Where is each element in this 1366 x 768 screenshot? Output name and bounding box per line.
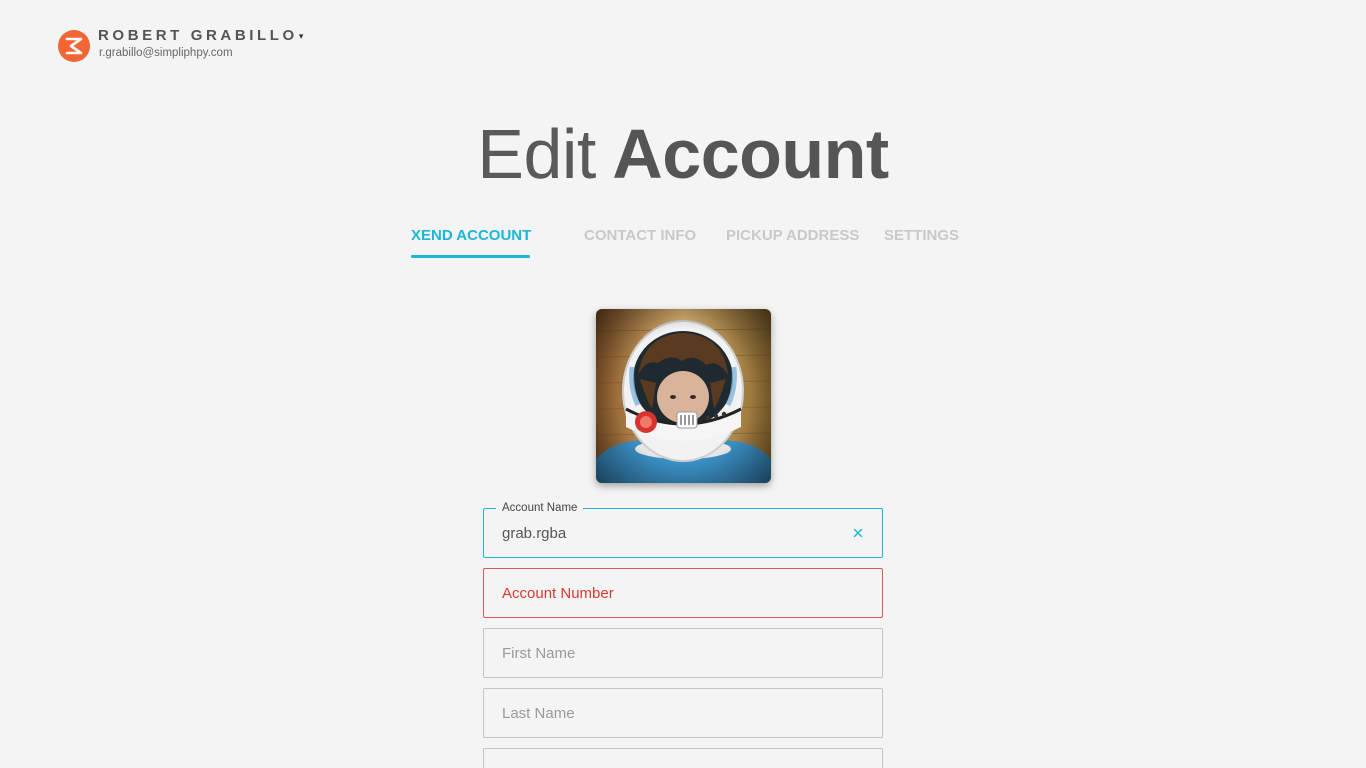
user-info: ROBERT GRABILLO ▾ r.grabillo@simpliphpy.… [98, 27, 303, 60]
tab-pickup-address[interactable]: PICKUP ADDRESS [726, 226, 859, 245]
tab-xend-account[interactable]: XEND ACCOUNT [411, 226, 532, 258]
next-field-input[interactable] [502, 749, 842, 768]
last-name-input[interactable] [502, 689, 842, 737]
edit-account-page: ROBERT GRABILLO ▾ r.grabillo@simpliphpy.… [0, 0, 1366, 768]
account-name-input[interactable] [502, 522, 842, 544]
page-title-light: Edit [477, 115, 596, 193]
account-tabs: XEND ACCOUNT CONTACT INFO PICKUP ADDRESS… [0, 226, 1366, 260]
chevron-down-icon[interactable]: ▾ [299, 27, 304, 45]
user-name-row: ROBERT GRABILLO ▾ [98, 27, 303, 45]
brand-logo-icon [58, 30, 90, 62]
page-title-bold: Account [612, 115, 889, 193]
tab-settings-label: SETTINGS [884, 227, 960, 244]
tab-settings[interactable]: SETTINGS [884, 226, 959, 245]
user-name: ROBERT GRABILLO [98, 26, 298, 44]
user-menu[interactable]: ROBERT GRABILLO ▾ r.grabillo@simpliphpy.… [58, 27, 303, 62]
tab-contact-info-label: CONTACT INFO [584, 227, 697, 244]
tab-pickup-address-label: PICKUP ADDRESS [726, 227, 860, 244]
first-name-input[interactable] [502, 629, 842, 677]
astronaut-helmet-photo-icon [596, 309, 771, 483]
account-number-field [483, 568, 883, 618]
account-number-input[interactable] [502, 569, 842, 617]
page-title: Edit Account [0, 112, 1366, 196]
first-name-field [483, 628, 883, 678]
tab-xend-account-label: XEND ACCOUNT [411, 227, 532, 244]
next-field [483, 748, 883, 768]
account-name-label: Account Name [496, 501, 584, 516]
tab-contact-info[interactable]: CONTACT INFO [584, 226, 696, 245]
last-name-field [483, 688, 883, 738]
clear-icon[interactable] [851, 526, 865, 540]
active-tab-indicator [411, 255, 530, 258]
account-name-field: Account Name [483, 501, 883, 558]
avatar[interactable] [596, 309, 771, 483]
user-email: r.grabillo@simpliphpy.com [99, 46, 233, 59]
